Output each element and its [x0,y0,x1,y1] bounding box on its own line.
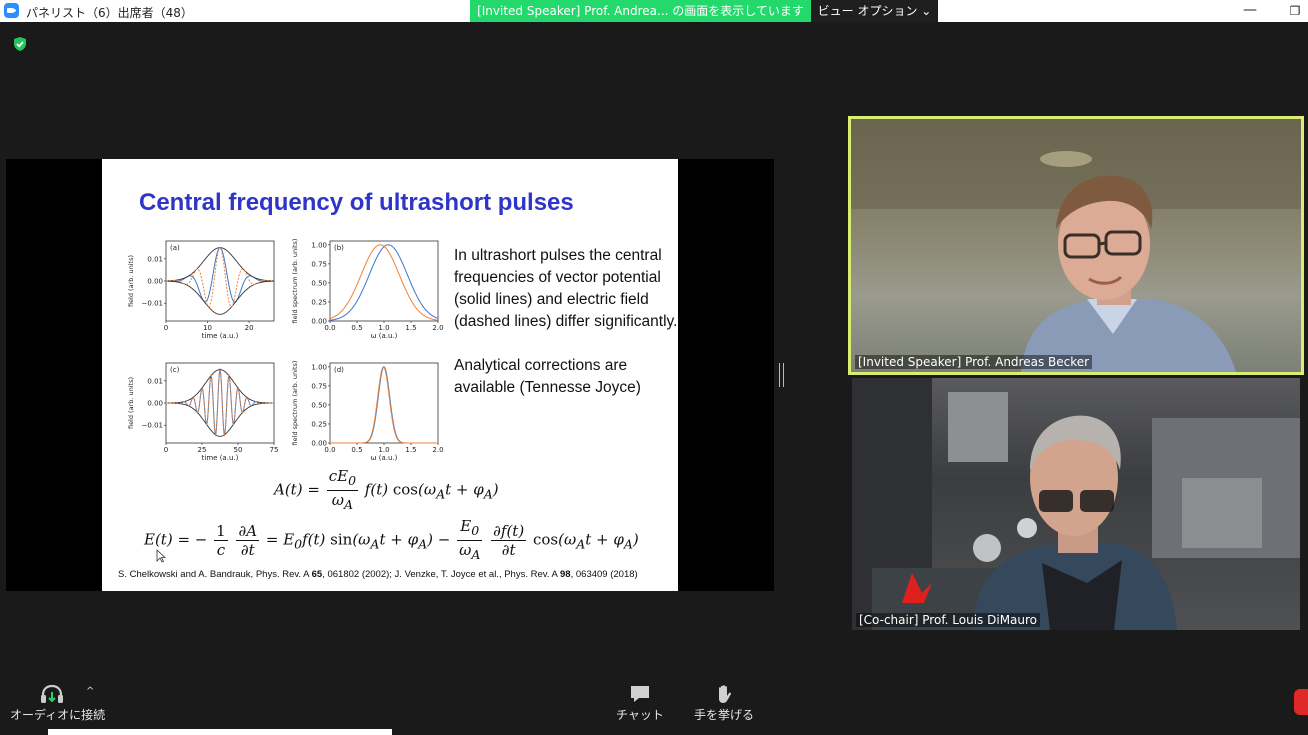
minimize-button[interactable]: — [1240,2,1260,20]
view-options-button[interactable]: ビュー オプション ⌄ [811,0,938,22]
x-tick-label: 0.5 [351,324,362,332]
cochair-video-icon [852,378,1300,630]
plot-panel-b: (b) 0.0 0.5 1.0 1.5 2.0 1.00 0.75 0.50 0.25 0.00 ω … [288,237,446,349]
y-tick-label: 0.25 [311,298,327,306]
x-tick-label: 75 [270,446,279,454]
x-tick-label: 20 [245,324,254,332]
video-tile-speaker[interactable]: [Invited Speaker] Prof. Andreas Becker [848,116,1304,375]
x-tick-label: 1.0 [378,324,389,332]
chat-label: チャット [616,708,664,722]
screen-share-banner: [Invited Speaker] Prof. Andrea... の画面を表示… [470,0,811,22]
presentation-slide: Central frequency of ultrashort pulses (… [102,159,678,591]
raise-hand-label: 手を挙げる [693,708,754,722]
y-tick-label: 1.00 [311,241,327,249]
x-tick-label: 1.5 [405,446,416,454]
plot-frame [329,240,439,322]
y-tick-label: 0.00 [147,278,163,286]
chat-bubble-icon [631,686,649,702]
slide-citation: S. Chelkowski and A. Bandrauk, Phys. Rev… [118,569,638,580]
equation-electric-field: E(t) = − 1c ∂A ∂t = E0f(t) sin(ωAt + φA) … [144,517,639,562]
y-tick-label: 0.75 [311,260,327,268]
y-tick-label: −0.01 [142,300,163,308]
y-axis-label: field (arb. units) [127,377,135,429]
raise-hand-icon [719,685,732,703]
plot-panel-a: (a) 0 10 20 0.01 0.00 −0.01 time (a.u.) field (a… [124,237,282,349]
x-tick-label: 50 [234,446,243,454]
y-tick-label: 0.50 [311,279,327,287]
x-tick-label: 0.5 [351,446,362,454]
plot-frame [329,362,439,444]
equation-vector-potential: A(t) = cE0 ωA f(t) cos(ωAt + φA) [274,467,499,512]
x-tick-label: 2.0 [432,324,443,332]
x-axis-label: ω (a.u.) [371,332,398,340]
x-tick-label: 10 [203,324,212,332]
speaker-name-label: [Invited Speaker] Prof. Andreas Becker [855,355,1093,369]
x-tick-label: 1.5 [405,324,416,332]
notification-strip [48,729,392,735]
y-axis-label: field spectrum (arb. units) [291,361,299,446]
slide-body-text: In ultrashort pulses the central frequen… [454,245,678,421]
y-tick-label: 0.01 [147,377,163,385]
mouse-cursor-icon [156,549,166,563]
pane-splitter[interactable] [779,363,784,387]
citation-text: , 063409 (2018) [570,569,638,580]
join-audio-button[interactable]: オーディオに接続 [6,684,105,724]
shared-screen: Central frequency of ultrashort pulses (… [6,159,774,591]
y-tick-label: 0.01 [147,255,163,263]
citation-text: , 061802 (2002); J. Venzke, T. Joyce et … [322,569,561,580]
y-axis-label: field (arb. units) [127,255,135,307]
x-tick-label: 1.0 [378,446,389,454]
x-axis-label: ω (a.u.) [371,454,398,462]
video-tile-cochair[interactable]: [Co-chair] Prof. Louis DiMauro [852,378,1300,630]
restore-button[interactable]: ❐ [1286,2,1304,20]
x-axis-label: time (a.u.) [202,454,239,462]
plot-panel-c: (c) 0 25 50 75 0.01 0.00 −0.01 time (a.u.) field … [124,359,282,471]
panel-label: (d) [334,366,344,374]
slide-paragraph: In ultrashort pulses the central frequen… [454,247,678,330]
x-tick-label: 0 [164,446,168,454]
raise-hand-button[interactable]: 手を挙げる [690,684,758,724]
y-tick-label: 0.00 [311,440,327,448]
y-tick-label: 0.00 [311,318,327,326]
y-tick-label: 0.00 [147,400,163,408]
y-tick-label: 0.75 [311,382,327,390]
citation-text: S. Chelkowski and A. Bandrauk, Phys. Rev… [118,569,312,580]
slide-title: Central frequency of ultrashort pulses [139,189,574,216]
x-axis-label: time (a.u.) [202,332,239,340]
y-tick-label: 1.00 [311,363,327,371]
x-tick-label: 0 [164,324,168,332]
y-tick-label: 0.25 [311,420,327,428]
speaker-video-icon [851,119,1301,372]
plot-frame [165,240,275,322]
x-tick-label: 2.0 [432,446,443,454]
y-axis-label: field spectrum (arb. units) [291,239,299,324]
participant-count-title: パネリスト（6）出席者（48） [26,6,193,20]
cochair-name-label: [Co-chair] Prof. Louis DiMauro [856,613,1041,627]
y-tick-label: 0.50 [311,401,327,409]
panel-label: (a) [170,244,180,252]
panel-label: (b) [334,244,344,252]
slide-paragraph: Analytical corrections are available (Te… [454,357,641,396]
join-audio-label: オーディオに接続 [10,708,106,722]
panel-label: (c) [170,366,180,374]
headphones-icon [41,684,63,703]
y-tick-label: −0.01 [142,422,163,430]
leave-button[interactable] [1294,689,1308,715]
zoom-app-icon [4,3,19,18]
security-shield-icon[interactable] [12,36,28,52]
audio-options-caret-icon[interactable]: ^ [86,686,94,697]
citation-volume: 65 [311,569,323,580]
plot-panel-d: (d) 0.0 0.5 1.0 1.5 2.0 1.00 0.75 0.50 0.25 0.00 ω … [288,359,446,471]
x-tick-label: 25 [198,446,207,454]
citation-volume: 98 [560,569,571,580]
window-titlebar: パネリスト（6）出席者（48） [Invited Speaker] Prof. … [0,0,1308,22]
chat-button[interactable]: チャット [614,684,666,724]
